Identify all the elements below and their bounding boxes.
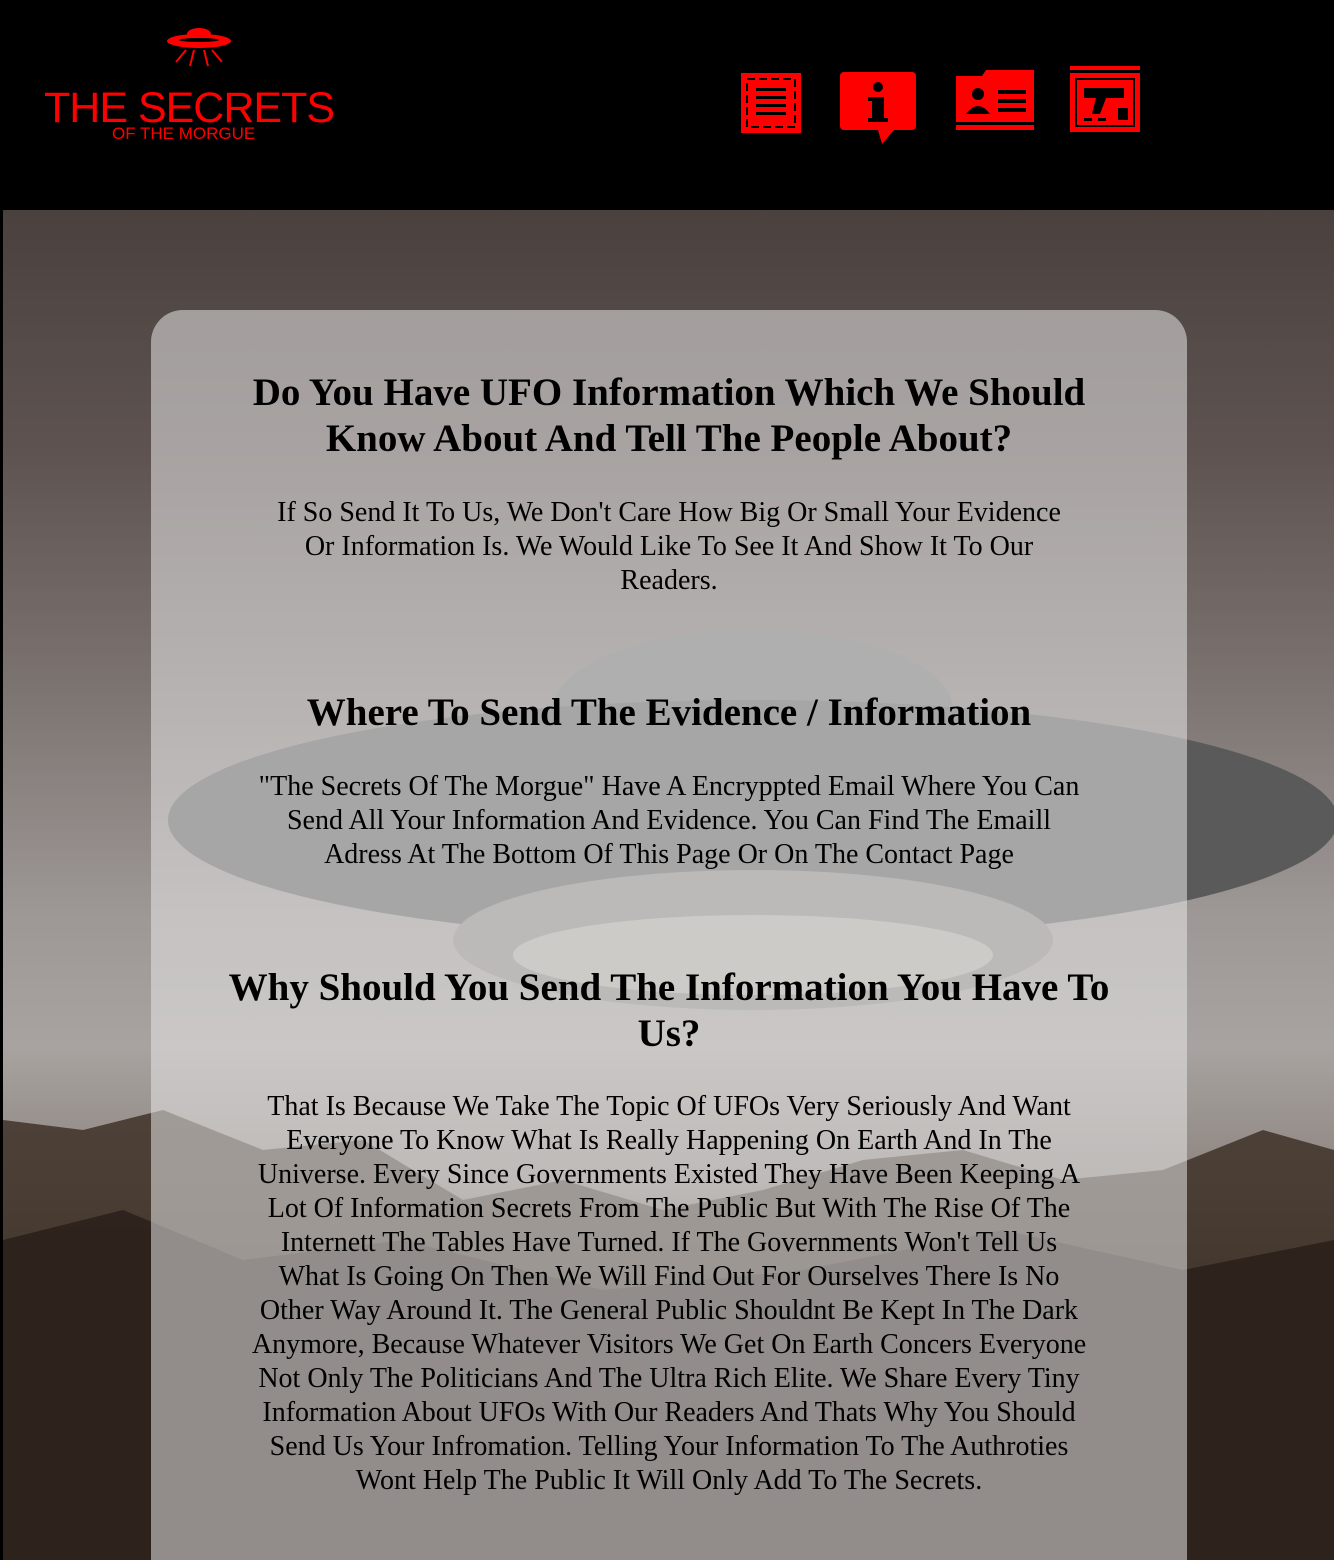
nav-contact-button[interactable] [954, 68, 1036, 137]
hero-background: Do You Have UFO Information Which We Sho… [3, 210, 1334, 1560]
site-logo[interactable]: THE SECRETS OF THE MORGUE [44, 26, 364, 150]
contact-card-icon [956, 70, 1034, 130]
ufo-logo-icon [167, 28, 231, 67]
section-1-text: If So Send It To Us, We Don't Care How B… [277, 497, 1061, 596]
section-2-heading: Where To Send The Evidence / Information [306, 691, 1032, 734]
info-card: Do You Have UFO Information Which We Sho… [151, 310, 1187, 1560]
section-2-text: "The Secrets Of The Morgue" Have A Encry… [258, 771, 1080, 870]
nav-about-button[interactable] [838, 70, 918, 153]
main-nav [738, 64, 1148, 148]
section-3-text: That Is Because We Take The Topic Of UFO… [251, 1091, 1087, 1496]
nav-evidence-button[interactable] [1068, 64, 1142, 139]
evidence-case-icon [1070, 66, 1140, 132]
site-header: THE SECRETS OF THE MORGUE [0, 0, 1334, 210]
section-3-heading: Why Should You Send The Information You … [228, 966, 1110, 1055]
info-bubble-icon [840, 72, 916, 144]
section-1-heading: Do You Have UFO Information Which We Sho… [252, 371, 1086, 460]
document-list-icon [741, 73, 801, 133]
nav-articles-button[interactable] [738, 70, 804, 141]
logo-subtitle: OF THE MORGUE [112, 124, 256, 143]
